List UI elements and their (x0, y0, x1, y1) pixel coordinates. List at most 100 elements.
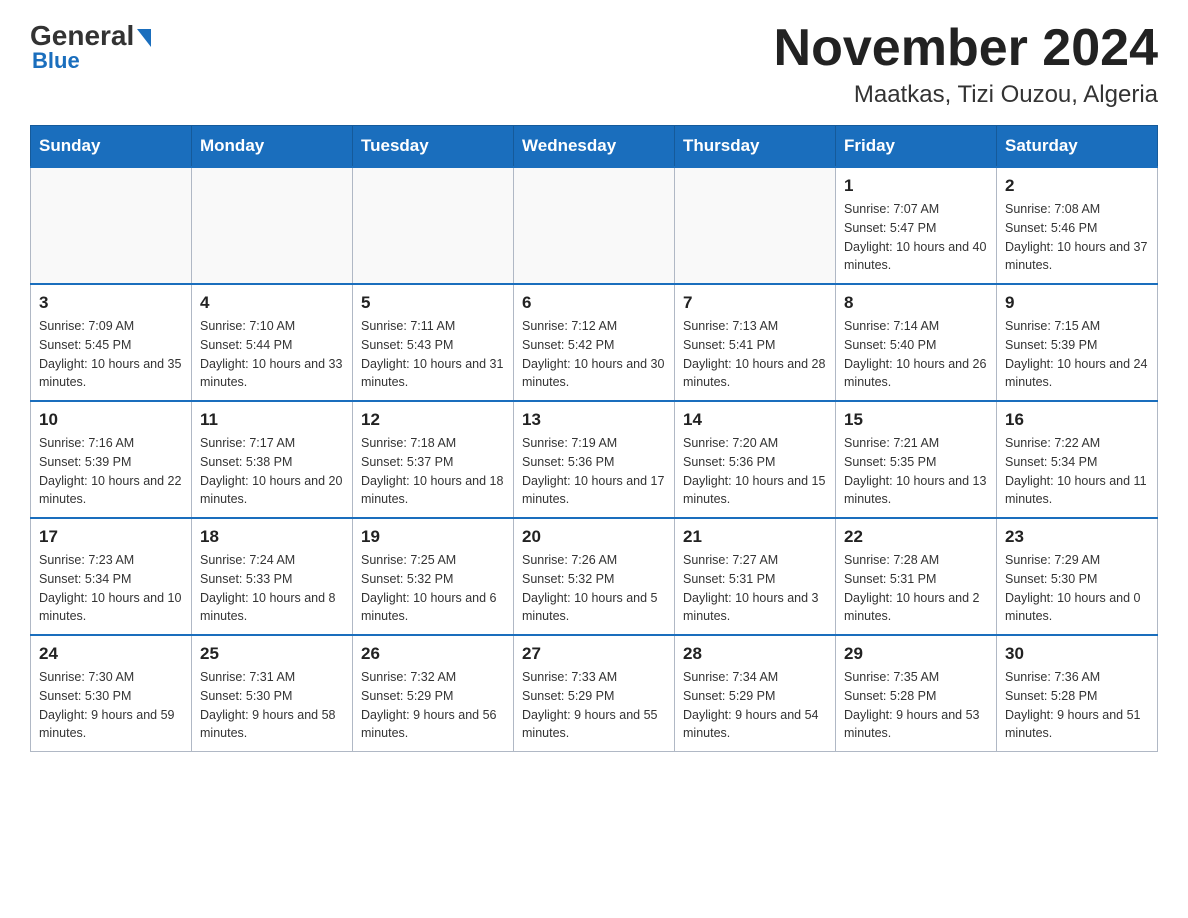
calendar-cell: 21 Sunrise: 7:27 AMSunset: 5:31 PMDayligh… (675, 518, 836, 635)
day-info: Sunrise: 7:26 AMSunset: 5:32 PMDaylight:… (522, 551, 666, 626)
calendar-week-1: 1 Sunrise: 7:07 AMSunset: 5:47 PMDaylight… (31, 167, 1158, 284)
calendar-cell: 8 Sunrise: 7:14 AMSunset: 5:40 PMDaylight… (836, 284, 997, 401)
day-number: 23 (1005, 527, 1149, 547)
day-info: Sunrise: 7:09 AMSunset: 5:45 PMDaylight:… (39, 317, 183, 392)
weekday-header-monday: Monday (192, 126, 353, 168)
day-number: 4 (200, 293, 344, 313)
calendar-week-3: 10 Sunrise: 7:16 AMSunset: 5:39 PMDayligh… (31, 401, 1158, 518)
calendar-cell: 30 Sunrise: 7:36 AMSunset: 5:28 PMDayligh… (997, 635, 1158, 752)
day-info: Sunrise: 7:12 AMSunset: 5:42 PMDaylight:… (522, 317, 666, 392)
day-number: 20 (522, 527, 666, 547)
day-number: 24 (39, 644, 183, 664)
calendar-week-2: 3 Sunrise: 7:09 AMSunset: 5:45 PMDaylight… (31, 284, 1158, 401)
logo-sub-text: Blue (30, 48, 80, 74)
calendar-header-row: SundayMondayTuesdayWednesdayThursdayFrid… (31, 126, 1158, 168)
calendar-cell: 14 Sunrise: 7:20 AMSunset: 5:36 PMDayligh… (675, 401, 836, 518)
day-number: 22 (844, 527, 988, 547)
calendar-cell: 1 Sunrise: 7:07 AMSunset: 5:47 PMDaylight… (836, 167, 997, 284)
day-number: 25 (200, 644, 344, 664)
day-info: Sunrise: 7:08 AMSunset: 5:46 PMDaylight:… (1005, 200, 1149, 275)
calendar-cell: 19 Sunrise: 7:25 AMSunset: 5:32 PMDayligh… (353, 518, 514, 635)
day-info: Sunrise: 7:23 AMSunset: 5:34 PMDaylight:… (39, 551, 183, 626)
day-info: Sunrise: 7:33 AMSunset: 5:29 PMDaylight:… (522, 668, 666, 743)
day-number: 26 (361, 644, 505, 664)
calendar-week-4: 17 Sunrise: 7:23 AMSunset: 5:34 PMDayligh… (31, 518, 1158, 635)
day-number: 19 (361, 527, 505, 547)
calendar-cell: 22 Sunrise: 7:28 AMSunset: 5:31 PMDayligh… (836, 518, 997, 635)
calendar-cell: 29Sunrise: 7:35 AMSunset: 5:28 PMDayligh… (836, 635, 997, 752)
weekday-header-sunday: Sunday (31, 126, 192, 168)
calendar-cell: 6 Sunrise: 7:12 AMSunset: 5:42 PMDaylight… (514, 284, 675, 401)
day-info: Sunrise: 7:21 AMSunset: 5:35 PMDaylight:… (844, 434, 988, 509)
day-number: 30 (1005, 644, 1149, 664)
day-info: Sunrise: 7:24 AMSunset: 5:33 PMDaylight:… (200, 551, 344, 626)
calendar-cell: 25 Sunrise: 7:31 AMSunset: 5:30 PMDayligh… (192, 635, 353, 752)
day-info: Sunrise: 7:17 AMSunset: 5:38 PMDaylight:… (200, 434, 344, 509)
calendar-cell (675, 167, 836, 284)
calendar-cell: 20 Sunrise: 7:26 AMSunset: 5:32 PMDayligh… (514, 518, 675, 635)
calendar-cell: 15 Sunrise: 7:21 AMSunset: 5:35 PMDayligh… (836, 401, 997, 518)
calendar-cell (514, 167, 675, 284)
day-number: 1 (844, 176, 988, 196)
day-info: Sunrise: 7:18 AMSunset: 5:37 PMDaylight:… (361, 434, 505, 509)
day-number: 16 (1005, 410, 1149, 430)
day-info: Sunrise: 7:16 AMSunset: 5:39 PMDaylight:… (39, 434, 183, 509)
calendar-cell: 16Sunrise: 7:22 AMSunset: 5:34 PMDayligh… (997, 401, 1158, 518)
day-number: 28 (683, 644, 827, 664)
calendar-cell (192, 167, 353, 284)
day-info: Sunrise: 7:25 AMSunset: 5:32 PMDaylight:… (361, 551, 505, 626)
calendar-cell: 26Sunrise: 7:32 AMSunset: 5:29 PMDayligh… (353, 635, 514, 752)
calendar-cell: 17 Sunrise: 7:23 AMSunset: 5:34 PMDayligh… (31, 518, 192, 635)
calendar-cell: 4 Sunrise: 7:10 AMSunset: 5:44 PMDaylight… (192, 284, 353, 401)
calendar-cell: 18 Sunrise: 7:24 AMSunset: 5:33 PMDayligh… (192, 518, 353, 635)
day-info: Sunrise: 7:20 AMSunset: 5:36 PMDaylight:… (683, 434, 827, 509)
day-number: 9 (1005, 293, 1149, 313)
weekday-header-tuesday: Tuesday (353, 126, 514, 168)
day-info: Sunrise: 7:10 AMSunset: 5:44 PMDaylight:… (200, 317, 344, 392)
day-info: Sunrise: 7:28 AMSunset: 5:31 PMDaylight:… (844, 551, 988, 626)
calendar-cell: 12Sunrise: 7:18 AMSunset: 5:37 PMDayligh… (353, 401, 514, 518)
calendar-cell: 27 Sunrise: 7:33 AMSunset: 5:29 PMDayligh… (514, 635, 675, 752)
day-info: Sunrise: 7:07 AMSunset: 5:47 PMDaylight:… (844, 200, 988, 275)
day-number: 10 (39, 410, 183, 430)
day-info: Sunrise: 7:11 AMSunset: 5:43 PMDaylight:… (361, 317, 505, 392)
day-number: 3 (39, 293, 183, 313)
day-info: Sunrise: 7:13 AMSunset: 5:41 PMDaylight:… (683, 317, 827, 392)
day-number: 2 (1005, 176, 1149, 196)
day-number: 15 (844, 410, 988, 430)
day-info: Sunrise: 7:34 AMSunset: 5:29 PMDaylight:… (683, 668, 827, 743)
calendar-cell: 5 Sunrise: 7:11 AMSunset: 5:43 PMDaylight… (353, 284, 514, 401)
day-info: Sunrise: 7:27 AMSunset: 5:31 PMDaylight:… (683, 551, 827, 626)
day-number: 11 (200, 410, 344, 430)
calendar-cell (353, 167, 514, 284)
calendar-week-5: 24 Sunrise: 7:30 AMSunset: 5:30 PMDayligh… (31, 635, 1158, 752)
calendar-cell: 11 Sunrise: 7:17 AMSunset: 5:38 PMDayligh… (192, 401, 353, 518)
calendar-cell: 24 Sunrise: 7:30 AMSunset: 5:30 PMDayligh… (31, 635, 192, 752)
calendar-table: SundayMondayTuesdayWednesdayThursdayFrid… (30, 125, 1158, 752)
calendar-cell: 2 Sunrise: 7:08 AMSunset: 5:46 PMDaylight… (997, 167, 1158, 284)
day-number: 14 (683, 410, 827, 430)
day-number: 6 (522, 293, 666, 313)
day-number: 18 (200, 527, 344, 547)
day-info: Sunrise: 7:14 AMSunset: 5:40 PMDaylight:… (844, 317, 988, 392)
weekday-header-thursday: Thursday (675, 126, 836, 168)
weekday-header-wednesday: Wednesday (514, 126, 675, 168)
day-number: 5 (361, 293, 505, 313)
calendar-cell: 9 Sunrise: 7:15 AMSunset: 5:39 PMDaylight… (997, 284, 1158, 401)
day-number: 27 (522, 644, 666, 664)
calendar-cell: 7Sunrise: 7:13 AMSunset: 5:41 PMDaylight… (675, 284, 836, 401)
calendar-cell: 10 Sunrise: 7:16 AMSunset: 5:39 PMDayligh… (31, 401, 192, 518)
logo: General Blue (30, 20, 151, 74)
day-info: Sunrise: 7:31 AMSunset: 5:30 PMDaylight:… (200, 668, 344, 743)
day-number: 8 (844, 293, 988, 313)
day-number: 17 (39, 527, 183, 547)
calendar-cell: 28 Sunrise: 7:34 AMSunset: 5:29 PMDayligh… (675, 635, 836, 752)
title-block: November 2024 Maatkas, Tizi Ouzou, Alger… (774, 20, 1158, 109)
day-info: Sunrise: 7:30 AMSunset: 5:30 PMDaylight:… (39, 668, 183, 743)
day-info: Sunrise: 7:15 AMSunset: 5:39 PMDaylight:… (1005, 317, 1149, 392)
weekday-header-friday: Friday (836, 126, 997, 168)
day-info: Sunrise: 7:36 AMSunset: 5:28 PMDaylight:… (1005, 668, 1149, 743)
day-number: 21 (683, 527, 827, 547)
calendar-cell: 3 Sunrise: 7:09 AMSunset: 5:45 PMDaylight… (31, 284, 192, 401)
page-header: General Blue November 2024 Maatkas, Tizi… (30, 20, 1158, 109)
